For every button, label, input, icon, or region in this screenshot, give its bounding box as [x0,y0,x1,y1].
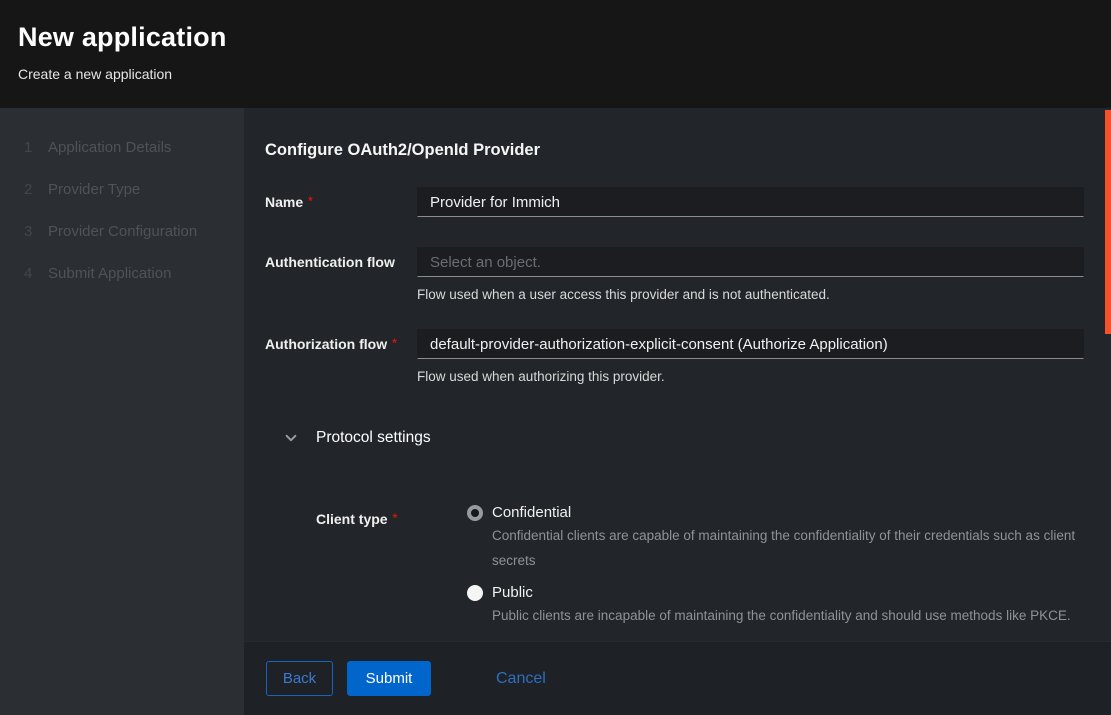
step-number: 3 [24,223,48,240]
client-type-label: Client type* [316,504,467,527]
submit-button[interactable]: Submit [347,661,431,696]
name-label: Name* [265,187,417,210]
step-number: 1 [24,139,48,156]
authentication-flow-field-row: Authentication flow Flow used when a use… [265,247,1084,302]
provider-form: Configure OAuth2/OpenId Provider Name* A… [244,108,1111,641]
form-title: Configure OAuth2/OpenId Provider [265,141,1084,160]
authorization-flow-label: Authorization flow* [265,329,417,352]
authentication-flow-input[interactable] [417,247,1084,277]
wizard-steps-sidebar: 1 Application Details 2 Provider Type 3 … [0,108,244,715]
cancel-button[interactable]: Cancel [496,670,546,688]
required-asterisk: * [393,511,398,525]
client-type-field-row: Client type* Confidential Confidential c… [265,504,1084,633]
chevron-down-icon [284,431,298,445]
authorization-flow-field-row: Authorization flow* Flow used when autho… [265,329,1084,384]
client-type-radio-group: Confidential Confidential clients are ca… [467,504,1084,633]
step-number: 4 [24,265,48,282]
wizard-header: New application Create a new application [0,0,1111,108]
radio-option-confidential: Confidential Confidential clients are ca… [467,504,1084,573]
step-number: 2 [24,181,48,198]
wizard-step-panel: Configure OAuth2/OpenId Provider Name* A… [244,108,1111,715]
page-title: New application [18,22,1111,53]
sidebar-item-provider-type[interactable]: 2 Provider Type [0,181,244,198]
required-asterisk: * [392,336,397,350]
radio-public-label[interactable]: Public [492,584,1084,601]
sidebar-item-provider-configuration[interactable]: 3 Provider Configuration [0,223,244,240]
sidebar-item-application-details[interactable]: 1 Application Details [0,139,244,156]
step-label: Submit Application [48,265,171,282]
authentication-flow-label: Authentication flow [265,247,417,270]
wizard-body: 1 Application Details 2 Provider Type 3 … [0,108,1111,715]
step-label: Application Details [48,139,171,156]
required-asterisk: * [308,194,313,208]
radio-confidential-description: Confidential clients are capable of main… [492,523,1077,573]
step-label: Provider Configuration [48,223,197,240]
name-input[interactable] [417,187,1084,217]
wizard-footer: Back Submit Cancel [244,641,1111,715]
protocol-settings-title: Protocol settings [316,429,431,447]
back-button[interactable]: Back [266,661,333,696]
radio-public-description: Public clients are incapable of maintain… [492,603,1077,633]
sidebar-item-submit-application[interactable]: 4 Submit Application [0,265,244,282]
radio-public[interactable] [467,585,483,601]
authentication-flow-help: Flow used when a user access this provid… [417,287,1084,302]
radio-confidential[interactable] [467,505,483,521]
authorization-flow-help: Flow used when authorizing this provider… [417,369,1084,384]
step-label: Provider Type [48,181,140,198]
radio-option-public: Public Public clients are incapable of m… [467,584,1084,633]
page-subtitle: Create a new application [18,66,1111,82]
name-field-row: Name* [265,187,1084,217]
scrollbar-thumb[interactable] [1105,110,1111,334]
radio-confidential-label[interactable]: Confidential [492,504,1084,521]
protocol-settings-toggle[interactable]: Protocol settings [284,429,1084,447]
authorization-flow-input[interactable] [417,329,1084,359]
